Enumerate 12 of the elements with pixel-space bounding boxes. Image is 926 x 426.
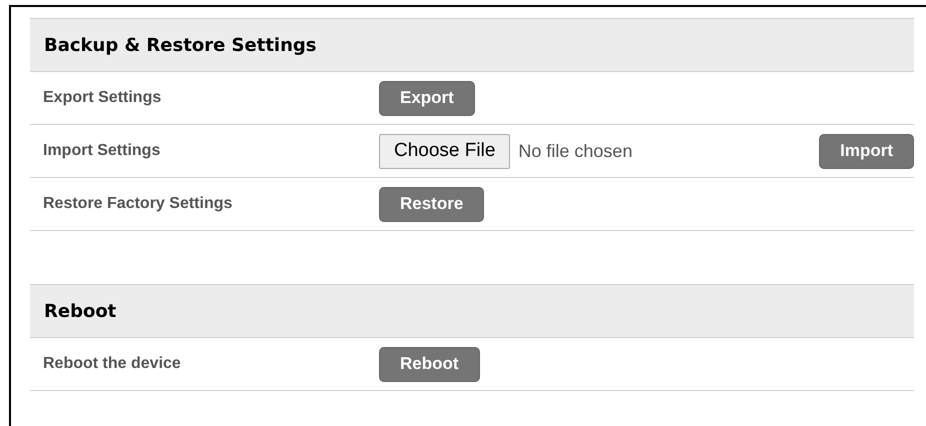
setting-label: Reboot the device	[43, 354, 182, 374]
setting-label: Restore Factory Settings	[43, 194, 234, 214]
action-button[interactable]: Restore	[379, 186, 484, 222]
file-status: No file chosen	[518, 140, 634, 162]
section-title: Backup & Restore Settings	[44, 34, 317, 58]
action-button[interactable]: Reboot	[379, 346, 480, 382]
choose-file-button[interactable]: Choose File	[379, 134, 510, 168]
setting-label: Export Settings	[43, 88, 162, 108]
section-title: Reboot	[44, 300, 116, 324]
action-button[interactable]: Import	[819, 134, 914, 168]
action-button[interactable]: Export	[379, 80, 475, 116]
setting-label: Import Settings	[43, 141, 162, 161]
